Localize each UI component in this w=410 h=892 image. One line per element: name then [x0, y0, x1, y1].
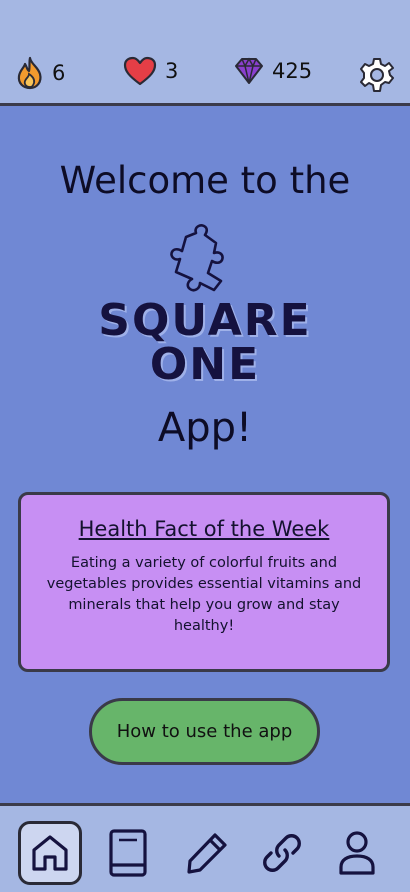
top-status-bar: 6 3 425 [0, 0, 410, 106]
streak-count: 6 [52, 61, 66, 85]
health-fact-card: Health Fact of the Week Eating a variety… [18, 492, 390, 672]
welcome-heading: Welcome to the [59, 159, 351, 202]
logo-one: ONE [149, 339, 261, 390]
how-to-use-button[interactable]: How to use the app [89, 698, 320, 765]
nav-profile[interactable] [325, 821, 389, 885]
book-icon [109, 829, 147, 877]
nav-book[interactable] [96, 821, 160, 885]
nav-link[interactable] [250, 821, 314, 885]
gems-count: 425 [272, 59, 313, 83]
heart-icon [123, 56, 157, 86]
nav-edit[interactable] [175, 821, 239, 885]
app-heading: App! [157, 405, 253, 451]
gem-icon [235, 57, 263, 84]
nav-home[interactable] [18, 821, 82, 885]
pencil-icon [187, 833, 227, 874]
hearts-count: 3 [165, 59, 179, 83]
home-icon [32, 835, 68, 871]
settings-button[interactable] [358, 56, 396, 94]
gems-counter: 425 [234, 56, 312, 86]
fact-title: Health Fact of the Week [78, 517, 330, 541]
profile-icon [339, 831, 375, 875]
streak-counter: 6 [16, 56, 65, 90]
fact-body: Eating a variety of colorful fruits and … [46, 555, 362, 634]
home-content: Welcome to the SQUARE ONE App! Health Fa… [0, 109, 410, 803]
bottom-nav-bar [0, 803, 410, 892]
hearts-counter: 3 [123, 56, 178, 86]
flame-icon [17, 56, 42, 90]
gear-icon [360, 58, 394, 92]
puzzle-piece-icon [170, 224, 224, 292]
link-icon [263, 834, 301, 872]
